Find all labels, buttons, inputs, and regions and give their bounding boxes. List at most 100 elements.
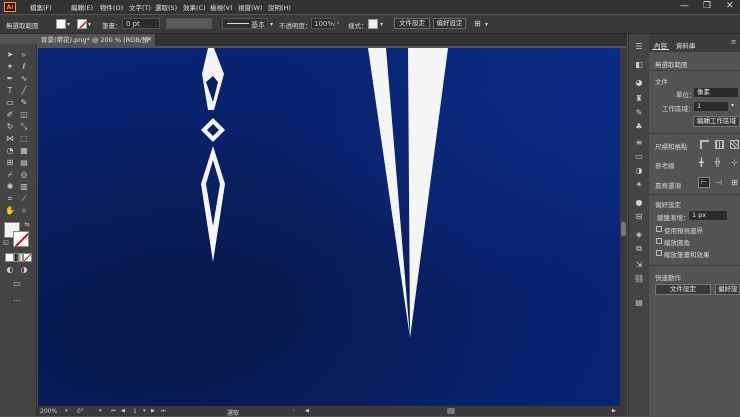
scale-strokes-effects-checkbox[interactable]	[656, 250, 662, 256]
appearance-panel-icon[interactable]: ☀	[634, 180, 644, 190]
scale-corners-checkbox[interactable]	[656, 238, 662, 244]
brush-dropdown-icon[interactable]: ▾	[270, 21, 273, 28]
stroke-swatch-none-icon[interactable]	[77, 19, 87, 29]
use-preview-bounds-checkbox[interactable]	[656, 226, 662, 232]
arrange-documents-icon[interactable]: ⊞	[474, 19, 481, 28]
eraser-tool-icon[interactable]: ◫	[19, 110, 29, 120]
zoom-tool-icon[interactable]: ⌕	[19, 206, 29, 216]
draw-inside-icon[interactable]: ◑	[19, 265, 29, 275]
transparency-panel-icon[interactable]: ◑	[634, 166, 644, 176]
fill-dropdown-icon[interactable]: ▾	[67, 21, 70, 28]
eyedropper-tool-icon[interactable]: ⌿	[5, 170, 15, 180]
layers-panel-icon[interactable]: ◧	[634, 60, 644, 70]
stroke-color-box[interactable]	[13, 231, 29, 247]
stroke-panel-icon[interactable]: ≡	[634, 138, 644, 148]
scroll-right-icon[interactable]: ▶	[612, 408, 616, 414]
edit-toolbar-icon[interactable]: …	[12, 294, 22, 304]
maximize-button[interactable]: ❐	[703, 1, 711, 11]
paintbrush-tool-icon[interactable]: ✎	[19, 98, 29, 108]
snap-to-pixel-icon[interactable]: ⊣	[715, 178, 722, 187]
artboard-canvas[interactable]	[38, 48, 620, 406]
mesh-tool-icon[interactable]: ⊞	[5, 158, 15, 168]
opacity-arrow-icon[interactable]: ›	[337, 20, 339, 27]
variable-width-profile[interactable]	[166, 18, 212, 29]
snap-to-glyph-icon[interactable]: ⊞	[731, 178, 738, 187]
magic-wand-tool-icon[interactable]: ✶	[5, 62, 15, 72]
rotate-tool-icon[interactable]: ↻	[5, 122, 15, 132]
lasso-tool-icon[interactable]: ℓ	[19, 62, 29, 72]
close-tab-icon[interactable]: ✕	[147, 34, 152, 46]
smart-guides-icon[interactable]: ⊹	[731, 158, 738, 167]
show-guides-icon[interactable]: ╋	[699, 158, 704, 167]
brush-definition[interactable]: 基本	[222, 18, 268, 29]
graphic-style-swatch[interactable]	[368, 19, 378, 29]
status-arrow-icon[interactable]: ›	[293, 408, 295, 414]
perspective-grid-tool-icon[interactable]: ▦	[19, 146, 29, 156]
artboard-tool-icon[interactable]: ⌗	[5, 194, 15, 204]
fill-swatch[interactable]	[56, 19, 66, 29]
symbols-panel-icon[interactable]: ♣	[634, 122, 644, 132]
menu-type[interactable]: 文字(T)	[129, 2, 151, 12]
shape-builder-tool-icon[interactable]: ◔	[5, 146, 15, 156]
screen-mode-icon[interactable]: ▭	[12, 279, 22, 289]
rotation-value[interactable]: 0°	[77, 408, 84, 415]
symbol-sprayer-tool-icon[interactable]: ✺	[5, 182, 15, 192]
scale-tool-icon[interactable]: ⤡	[19, 122, 29, 132]
units-select[interactable]: 像素	[693, 87, 739, 98]
next-artboard-icon[interactable]: ▶	[151, 408, 155, 414]
show-rulers-icon[interactable]	[700, 140, 709, 149]
properties-panel-icon[interactable]: ☰	[634, 42, 644, 52]
direct-selection-tool-icon[interactable]: ▹	[19, 50, 29, 60]
quick-preferences-button[interactable]: 偏好設定	[715, 284, 740, 295]
links-panel-icon[interactable]: ⛓	[634, 274, 644, 284]
tab-libraries[interactable]: 資料庫	[676, 40, 696, 50]
artboard-select[interactable]: 1	[693, 101, 729, 112]
rotation-dropdown-icon[interactable]: ▾	[99, 408, 102, 414]
vertical-scroll-thumb[interactable]	[621, 222, 626, 236]
horizontal-scroll-thumb[interactable]	[447, 408, 455, 414]
gradient-panel-icon[interactable]: ▭	[634, 152, 644, 162]
keyboard-increment-field[interactable]: 1 px	[688, 210, 728, 221]
type-tool-icon[interactable]: T	[5, 86, 15, 96]
lock-guides-icon[interactable]: ╬	[715, 158, 720, 167]
menu-view[interactable]: 檢視(V)	[210, 2, 233, 12]
transparency-grid-icon[interactable]	[730, 140, 739, 149]
menu-file[interactable]: 檔案(F)	[30, 2, 52, 12]
panel-menu-icon[interactable]: ≡	[731, 38, 736, 46]
gradient-mode-icon[interactable]	[14, 253, 23, 262]
edit-artboards-button[interactable]: 編輯工作區域	[693, 116, 740, 127]
menu-window[interactable]: 視窗(W)	[238, 2, 263, 12]
column-graph-tool-icon[interactable]: ▥	[19, 182, 29, 192]
color-panel-icon[interactable]: ◕	[634, 78, 644, 88]
selection-tool-icon[interactable]: ➤	[5, 50, 15, 60]
default-fill-stroke-icon[interactable]: ◱	[1, 238, 11, 248]
free-transform-tool-icon[interactable]: ⬚	[19, 134, 29, 144]
artboards-panel-icon[interactable]: ⧉	[634, 244, 644, 254]
zoom-level[interactable]: 200%	[40, 408, 57, 415]
line-tool-icon[interactable]: ╱	[19, 86, 29, 96]
swap-fill-stroke-icon[interactable]: ⇆	[22, 220, 32, 230]
document-setup-button[interactable]: 文件設定	[394, 18, 430, 29]
arrange-dropdown-icon[interactable]: ▾	[485, 21, 488, 28]
quick-document-setup-button[interactable]: 文件設定	[655, 284, 711, 295]
menu-object[interactable]: 物件(O)	[100, 2, 123, 12]
brushes-panel-icon[interactable]: ✎	[634, 108, 644, 118]
pen-tool-icon[interactable]: ✒	[5, 74, 15, 84]
stroke-dropdown-icon[interactable]: ▾	[88, 21, 91, 28]
style-dropdown-icon[interactable]: ▾	[380, 21, 383, 28]
draw-mode-icon[interactable]: ◐	[5, 265, 15, 275]
minimize-button[interactable]: —	[680, 1, 689, 11]
comments-panel-icon[interactable]: ▤	[634, 298, 644, 308]
menu-help[interactable]: 說明(H)	[268, 2, 291, 12]
libraries-panel-icon[interactable]: ♜	[634, 94, 644, 104]
vertical-scrollbar[interactable]	[620, 48, 627, 406]
pathfinder-panel-icon[interactable]: ◈	[634, 230, 644, 240]
artboard-dropdown-icon[interactable]: ▾	[143, 408, 146, 414]
blend-tool-icon[interactable]: ◎	[19, 170, 29, 180]
opacity-field[interactable]: 100%	[311, 18, 335, 29]
width-tool-icon[interactable]: ⋈	[5, 134, 15, 144]
gradient-tool-icon[interactable]: ▤	[19, 158, 29, 168]
menu-select[interactable]: 選取(S)	[155, 2, 177, 12]
zoom-dropdown-icon[interactable]: ▾	[65, 408, 68, 414]
menu-edit[interactable]: 編輯(E)	[71, 2, 93, 12]
